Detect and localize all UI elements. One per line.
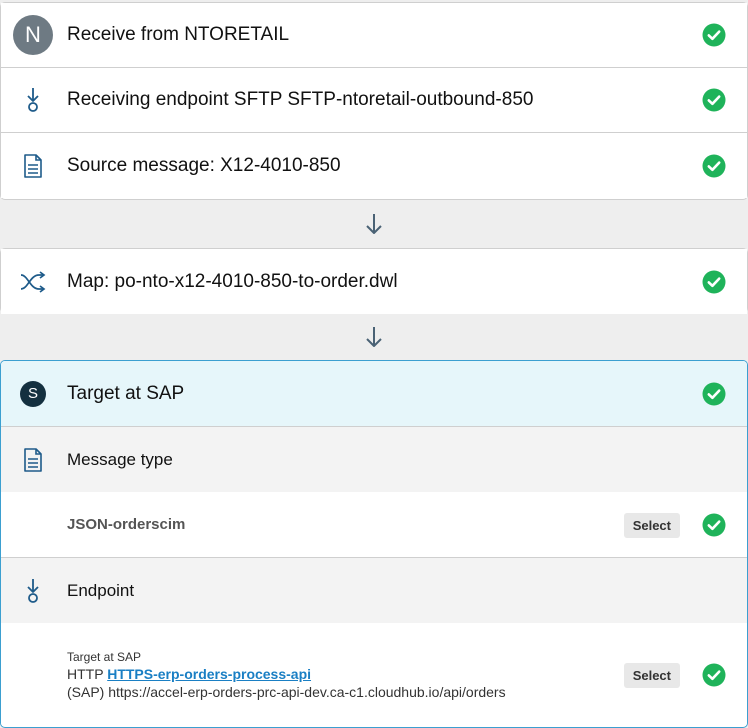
target-avatar-slot: S bbox=[19, 374, 47, 414]
message-type-section: Message type bbox=[1, 427, 747, 492]
document-icon bbox=[13, 146, 53, 186]
check-icon bbox=[702, 513, 726, 536]
check-icon bbox=[702, 88, 726, 112]
message-type-select-button[interactable]: Select bbox=[623, 512, 680, 538]
shuffle-map-icon bbox=[13, 262, 53, 302]
endpoint-heading: Endpoint bbox=[67, 580, 135, 600]
endpoint-link[interactable]: HTTPS-erp-orders-process-api bbox=[107, 666, 311, 682]
check-icon bbox=[702, 23, 726, 47]
map-row[interactable]: Map: po-nto-x12-4010-850-to-order.dwl bbox=[1, 249, 747, 314]
target-avatar: S bbox=[20, 380, 46, 407]
check-icon bbox=[702, 270, 726, 293]
endpoint-protocol: HTTP bbox=[67, 665, 104, 682]
receive-row[interactable]: N Receive from NTORETAIL bbox=[1, 3, 747, 68]
endpoint-select-button[interactable]: Select bbox=[623, 662, 680, 688]
message-type-heading: Message type bbox=[67, 449, 173, 469]
endpoint-detail-row: Target at SAP HTTP HTTPS-erp-orders-proc… bbox=[1, 623, 747, 726]
message-type-detail-row: JSON-orderscim Select bbox=[1, 492, 747, 558]
receiving-endpoint-title: Receiving endpoint SFTP SFTP-ntoretail-o… bbox=[67, 89, 534, 110]
flow-arrow-down-icon bbox=[0, 200, 748, 248]
source-message-title: Source message: X12-4010-850 bbox=[67, 154, 341, 176]
check-icon bbox=[702, 663, 726, 686]
endpoint-icon bbox=[13, 571, 53, 611]
message-type-value: JSON-orderscim bbox=[67, 516, 186, 533]
endpoint-protocol-line: HTTP HTTPS-erp-orders-process-api bbox=[67, 666, 311, 682]
source-message-row[interactable]: Source message: X12-4010-850 bbox=[1, 133, 747, 198]
endpoint-target-label: Target at SAP bbox=[67, 649, 142, 664]
receiving-endpoint-row[interactable]: Receiving endpoint SFTP SFTP-ntoretail-o… bbox=[1, 68, 747, 133]
map-title: Map: po-nto-x12-4010-850-to-order.dwl bbox=[67, 270, 398, 292]
check-icon bbox=[702, 382, 726, 405]
target-card: S Target at SAP Message type JSON-orders… bbox=[0, 360, 748, 728]
target-header-row[interactable]: S Target at SAP bbox=[1, 361, 747, 427]
target-title: Target at SAP bbox=[67, 382, 185, 404]
endpoint-section: Endpoint bbox=[1, 558, 747, 623]
document-icon bbox=[13, 440, 53, 480]
receive-title: Receive from NTORETAIL bbox=[67, 24, 290, 45]
source-card: N Receive from NTORETAIL Receiving endpo… bbox=[0, 2, 748, 200]
map-card: Map: po-nto-x12-4010-850-to-order.dwl bbox=[0, 248, 748, 314]
partner-avatar-slot: N bbox=[13, 15, 53, 55]
endpoint-icon bbox=[13, 80, 53, 120]
check-icon bbox=[702, 154, 726, 177]
flow-arrow-down-icon bbox=[0, 313, 748, 361]
partner-avatar: N bbox=[13, 15, 53, 55]
endpoint-url: (SAP) https://accel-erp-orders-prc-api-d… bbox=[67, 683, 506, 700]
